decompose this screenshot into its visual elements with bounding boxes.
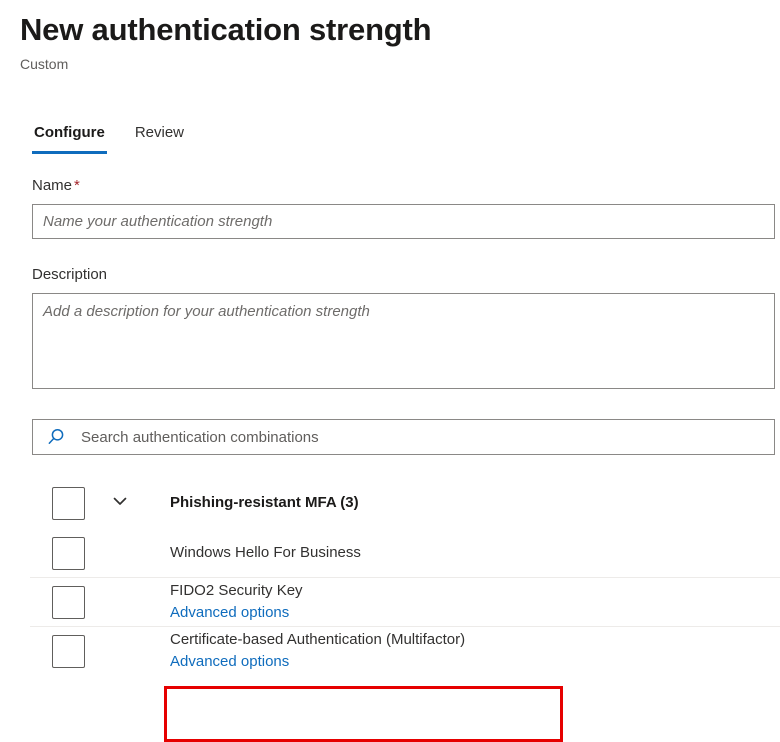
tab-bar: Configure Review <box>32 120 780 154</box>
item-label: FIDO2 Security Key <box>170 580 303 602</box>
item-text-certificate-based-auth: Certificate-based Authentication (Multif… <box>170 629 465 673</box>
tab-configure-label: Configure <box>34 124 105 141</box>
name-field-block: Name* <box>32 176 775 239</box>
description-textarea[interactable] <box>32 293 775 389</box>
list-item-fido2[interactable]: FIDO2 Security Key Advanced options <box>30 577 780 626</box>
group-row-phishing-resistant-mfa[interactable]: Phishing-resistant MFA (3) <box>30 477 780 529</box>
tab-review-label: Review <box>135 124 184 141</box>
name-label-text: Name <box>32 177 72 194</box>
tab-review[interactable]: Review <box>133 122 186 154</box>
item-checkbox-certificate-based-auth[interactable] <box>52 635 85 668</box>
name-label: Name* <box>32 176 775 196</box>
description-field-block: Description <box>32 265 775 389</box>
page-subtitle: Custom <box>20 54 780 74</box>
page-title: New authentication strength <box>20 10 780 50</box>
configure-form: Name* Description <box>0 176 780 455</box>
required-asterisk: * <box>74 177 80 194</box>
search-box <box>32 419 775 455</box>
group-label: Phishing-resistant MFA (3) <box>170 492 359 514</box>
list-item-certificate-based-auth[interactable]: Certificate-based Authentication (Multif… <box>30 626 780 675</box>
advanced-options-link-certificate-based-auth[interactable]: Advanced options <box>170 651 289 673</box>
group-text: Phishing-resistant MFA (3) <box>170 492 359 514</box>
chevron-down-icon <box>110 491 130 516</box>
tab-configure[interactable]: Configure <box>32 122 107 154</box>
item-label: Windows Hello For Business <box>170 542 361 564</box>
description-label: Description <box>32 265 775 285</box>
list-item-windows-hello[interactable]: Windows Hello For Business <box>30 529 780 577</box>
group-expand-toggle[interactable] <box>98 491 142 516</box>
name-input[interactable] <box>32 204 775 239</box>
advanced-options-link-fido2[interactable]: Advanced options <box>170 602 289 624</box>
authentication-combinations-list: Phishing-resistant MFA (3) Windows Hello… <box>0 477 780 675</box>
group-checkbox[interactable] <box>52 487 85 520</box>
item-text-windows-hello: Windows Hello For Business <box>170 542 361 564</box>
search-input[interactable] <box>32 419 775 455</box>
item-checkbox-fido2[interactable] <box>52 586 85 619</box>
item-text-fido2: FIDO2 Security Key Advanced options <box>170 580 303 624</box>
item-checkbox-windows-hello[interactable] <box>52 537 85 570</box>
annotation-highlight-certificate-based-auth <box>164 686 563 742</box>
page-header: New authentication strength Custom <box>0 0 780 74</box>
item-label: Certificate-based Authentication (Multif… <box>170 629 465 651</box>
